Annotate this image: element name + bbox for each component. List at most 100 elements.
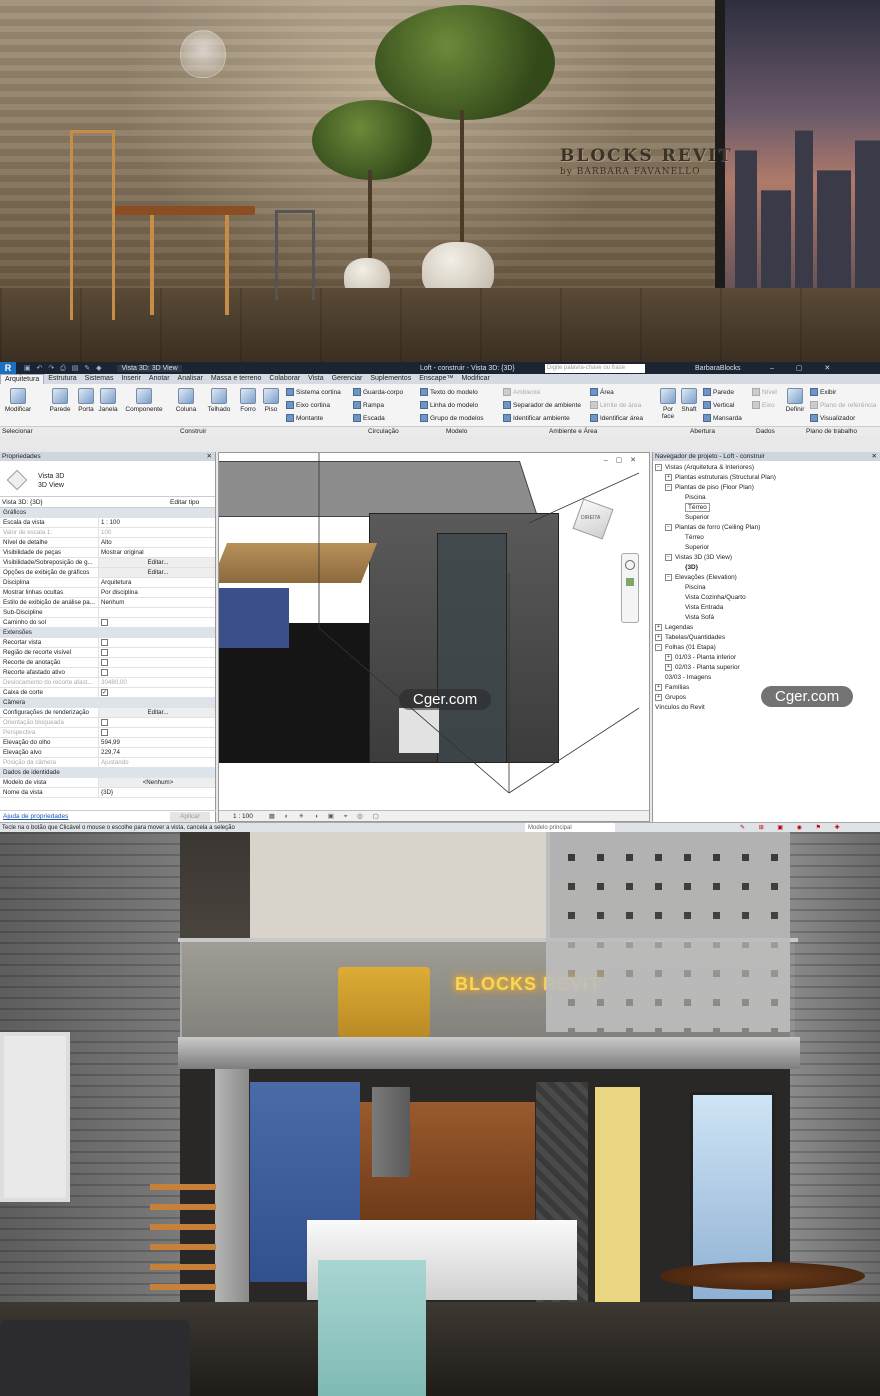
tab-analisar[interactable]: Analisar	[174, 374, 207, 384]
modificar-button[interactable]: Modificar	[4, 388, 32, 413]
checkbox[interactable]	[101, 649, 108, 656]
identificar-ambiente-button[interactable]: Identificar ambiente	[503, 414, 570, 422]
view-dropdown[interactable]: Vista 3D: 3D View	[117, 364, 182, 372]
active-workset[interactable]: Modelo principal	[525, 823, 615, 832]
property-checkbox-cell[interactable]	[98, 658, 215, 667]
view-control-icons[interactable]: ▦ ◐ ☀ ◑ ▣ ⌖ ◎ ▢	[269, 813, 383, 820]
tab-colaborar[interactable]: Colaborar	[265, 374, 304, 384]
separador-ambiente-button[interactable]: Separador de ambiente	[503, 401, 581, 409]
edit-type-button[interactable]: Editar tipo	[170, 497, 199, 508]
property-edit-button[interactable]: Editar...	[98, 568, 215, 577]
parede-opening-button[interactable]: Parede	[703, 388, 734, 396]
vertical-button[interactable]: Vertical	[703, 401, 734, 409]
browser-node[interactable]: − Elevações (Elevation)	[655, 573, 880, 583]
group-selecionar[interactable]: Selecionar	[2, 428, 33, 435]
piso-button[interactable]: Piso	[257, 388, 285, 413]
property-value[interactable]: Arquitetura	[98, 578, 215, 587]
collapse-icon[interactable]: −	[665, 573, 672, 581]
browser-node[interactable]: Superior	[655, 543, 880, 553]
tab-sistemas[interactable]: Sistemas	[81, 374, 118, 384]
tab-vista[interactable]: Vista	[304, 374, 327, 384]
browser-node[interactable]: + Legendas	[655, 623, 880, 633]
visualizador-button[interactable]: Visualizador	[810, 414, 855, 422]
collapse-icon[interactable]: −	[655, 463, 662, 471]
tab-inserir[interactable]: Inserir	[117, 374, 144, 384]
checkbox[interactable]	[101, 719, 108, 726]
eixo-cortina-button[interactable]: Eixo cortina	[286, 401, 330, 409]
checkbox[interactable]	[101, 729, 108, 736]
property-checkbox-cell[interactable]	[98, 638, 215, 647]
expand-icon[interactable]: +	[665, 653, 672, 661]
eixo-button[interactable]: Eixo	[752, 401, 775, 409]
browser-node[interactable]: + Tabelas/Quantidades	[655, 633, 880, 643]
navigation-bar[interactable]	[621, 553, 639, 623]
escada-button[interactable]: Escada	[353, 414, 385, 422]
browser-node[interactable]: Superior	[655, 513, 880, 523]
browser-node[interactable]: Piscina	[655, 493, 880, 503]
property-value[interactable]: {3D}	[98, 788, 215, 797]
property-checkbox-cell[interactable]	[98, 668, 215, 677]
property-checkbox-cell[interactable]	[98, 728, 215, 737]
apply-button[interactable]: Aplicar	[170, 812, 210, 822]
property-value[interactable]: Nenhum	[98, 598, 215, 607]
close-icon[interactable]: ✕	[207, 452, 212, 461]
quick-access-icons[interactable]: ▣ ↶ ↷ ⎙ ▤ ✎ ◆	[24, 364, 103, 373]
type-selector[interactable]: Vista 3D 3D View	[0, 461, 215, 497]
montante-button[interactable]: Montante	[286, 414, 323, 422]
collapse-icon[interactable]: −	[665, 483, 672, 491]
checkbox-checked[interactable]: ✓	[101, 689, 108, 696]
browser-node[interactable]: 03/03 - Imagens	[655, 673, 880, 683]
browser-node[interactable]: − Vistas (Arquitetura & Interiores)	[655, 463, 880, 473]
browser-node[interactable]: − Folhas (01 Etapa)	[655, 643, 880, 653]
checkbox[interactable]	[101, 619, 108, 626]
browser-node[interactable]: Térreo	[655, 533, 880, 543]
shaft-button[interactable]: Shaft	[678, 388, 700, 413]
browser-node[interactable]: +02/03 - Planta superior	[655, 663, 880, 673]
nivel-button[interactable]: Nível	[752, 388, 777, 396]
browser-node[interactable]: Piscina	[655, 583, 880, 593]
property-value[interactable]: Mostrar original	[98, 548, 215, 557]
property-checkbox-cell[interactable]	[98, 618, 215, 627]
tab-arquitetura[interactable]: Arquitetura	[0, 374, 45, 384]
collapse-icon[interactable]: −	[655, 643, 662, 651]
definir-button[interactable]: Definir	[782, 388, 808, 413]
browser-node[interactable]: Vista Cozinha/Quarto	[655, 593, 880, 603]
texto-modelo-button[interactable]: Texto do modelo	[420, 388, 478, 396]
checkbox[interactable]	[101, 639, 108, 646]
por-face-button[interactable]: Por face	[656, 388, 680, 420]
browser-node[interactable]: + Plantas estruturais (Structural Plan)	[655, 473, 880, 483]
property-value[interactable]	[98, 608, 215, 617]
zoom-icon[interactable]	[626, 578, 634, 586]
linha-modelo-button[interactable]: Linha do modelo	[420, 401, 478, 409]
property-value[interactable]: 30480,00	[98, 678, 215, 687]
tab-suplementos[interactable]: Suplementos	[366, 374, 415, 384]
browser-node[interactable]: − Plantas de piso (Floor Plan)	[655, 483, 880, 493]
browser-node[interactable]: {3D}	[655, 563, 880, 573]
area-button[interactable]: Área	[590, 388, 614, 396]
property-edit-button[interactable]: Editar...	[98, 558, 215, 567]
steering-wheel-icon[interactable]	[625, 560, 635, 570]
limite-area-button[interactable]: Limite de área	[590, 401, 641, 409]
tab-anotar[interactable]: Anotar	[145, 374, 174, 384]
status-icons[interactable]: ✎ ⊞ ▣ ◉ ⚑ ✚	[740, 823, 846, 832]
browser-node[interactable]: − Plantas de forro (Ceiling Plan)	[655, 523, 880, 533]
property-value[interactable]: Alto	[98, 538, 215, 547]
telhado-button[interactable]: Telhado	[205, 388, 233, 413]
property-edit-button[interactable]: <Nenhum>	[98, 778, 215, 787]
viewport-window-controls[interactable]: – ▢ ✕	[604, 456, 639, 464]
ambiente-button[interactable]: Ambiente	[503, 388, 540, 396]
property-value[interactable]: Por disciplina	[98, 588, 215, 597]
property-category[interactable]: Câmera	[0, 698, 215, 708]
browser-node[interactable]: Térreo	[655, 503, 880, 513]
property-category[interactable]: Gráficos	[0, 508, 215, 518]
close-icon[interactable]: ✕	[872, 452, 877, 461]
view-scale[interactable]: 1 : 100	[233, 813, 253, 820]
app-menu-button[interactable]: R	[0, 362, 16, 374]
expand-icon[interactable]: +	[655, 683, 662, 691]
expand-icon[interactable]: +	[665, 663, 672, 671]
expand-icon[interactable]: +	[655, 633, 662, 641]
window-controls[interactable]: – ▢ ✕	[770, 364, 840, 372]
user-account[interactable]: BarbaraBlocks	[695, 365, 741, 372]
expand-icon[interactable]: +	[655, 693, 662, 701]
guarda-corpo-button[interactable]: Guarda-corpo	[353, 388, 403, 396]
